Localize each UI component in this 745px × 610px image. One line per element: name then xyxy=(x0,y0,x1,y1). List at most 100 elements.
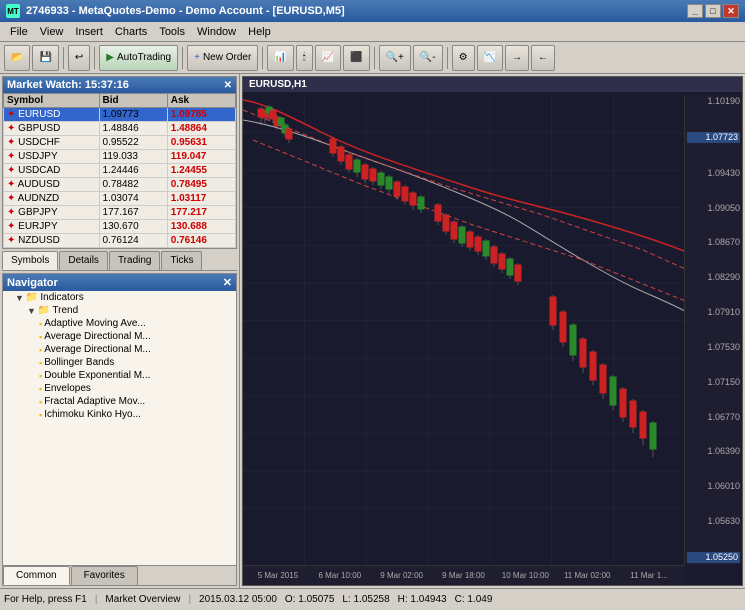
scroll-right-button[interactable]: → xyxy=(505,45,529,71)
toolbar-sep-2 xyxy=(94,47,95,69)
chart-symbol: EURUSD,H1 xyxy=(249,79,307,90)
scroll-left-icon: ← xyxy=(538,52,548,63)
tab-ticks[interactable]: Ticks xyxy=(161,251,202,270)
price-5: 1.08290 xyxy=(687,273,740,282)
market-watch-row[interactable]: ✦ USDCAD 1.24446 1.24455 xyxy=(4,164,236,178)
market-watch-row[interactable]: ✦ NZDUSD 0.76124 0.76146 xyxy=(4,234,236,248)
nav-tab-favorites[interactable]: Favorites xyxy=(71,566,138,585)
market-watch-row[interactable]: ✦ GBPJPY 177.167 177.217 xyxy=(4,206,236,220)
price-7: 1.07530 xyxy=(687,343,740,352)
ask-cell: 0.78495 xyxy=(167,178,235,192)
bar-chart-icon: 📊 xyxy=(274,52,286,63)
play-icon: ▶ xyxy=(106,52,114,63)
toolbar-sep-4 xyxy=(262,47,263,69)
tab-details[interactable]: Details xyxy=(59,251,108,270)
expand-arrow-indicators: ▼ xyxy=(15,293,24,303)
navigator-title: Navigator xyxy=(7,277,58,289)
menu-charts[interactable]: Charts xyxy=(109,24,153,40)
price-highlight-2: 1.05250 xyxy=(687,552,740,563)
market-watch-header: Market Watch: 15:37:16 ✕ xyxy=(3,77,236,93)
new-order-button[interactable]: + New Order xyxy=(187,45,258,71)
market-watch-row[interactable]: ✦ USDCHF 0.95522 0.95631 xyxy=(4,136,236,150)
maximize-button[interactable]: □ xyxy=(705,4,721,18)
menu-insert[interactable]: Insert xyxy=(69,24,109,40)
price-axis: 1.10190 1.07723 1.09430 1.09050 1.08670 … xyxy=(684,95,742,565)
menu-window[interactable]: Window xyxy=(191,24,242,40)
menu-help[interactable]: Help xyxy=(242,24,277,40)
trend-folder-icon: 📁 xyxy=(38,305,50,316)
price-9: 1.06770 xyxy=(687,413,740,422)
tab-symbols[interactable]: Symbols xyxy=(2,251,58,270)
menu-bar: File View Insert Charts Tools Window Hel… xyxy=(0,22,745,42)
nav-indicator-item[interactable]: ▪Double Exponential M... xyxy=(3,369,236,382)
zoom-out-button[interactable]: 🔍- xyxy=(413,45,443,71)
chart-area[interactable]: EURUSD,H1 xyxy=(242,76,743,586)
bid-cell: 1.48846 xyxy=(99,122,167,136)
symbol-icon: ✦ xyxy=(7,207,15,218)
menu-file[interactable]: File xyxy=(4,24,34,40)
indicator-icon: ▪ xyxy=(39,332,42,342)
ask-cell: 177.217 xyxy=(167,206,235,220)
chart-svg: R6 (3546) xyxy=(243,95,684,565)
nav-tab-common[interactable]: Common xyxy=(3,566,70,585)
chart-bar-button[interactable]: 📊 xyxy=(267,45,293,71)
zoom-in-button[interactable]: 🔍+ xyxy=(379,45,411,71)
nav-indicator-item[interactable]: ▪Envelopes xyxy=(3,382,236,395)
save-button[interactable]: 💾 xyxy=(32,45,58,71)
nav-indicator-item[interactable]: ▪Average Directional M... xyxy=(3,330,236,343)
price-6: 1.07910 xyxy=(687,308,740,317)
scroll-left-button[interactable]: ← xyxy=(531,45,555,71)
menu-view[interactable]: View xyxy=(34,24,70,40)
symbol-icon: ✦ xyxy=(7,109,15,120)
bid-cell: 0.95522 xyxy=(99,136,167,150)
market-watch-row[interactable]: ✦ EURUSD 1.09773 1.09785 xyxy=(4,108,236,122)
symbol-cell: ✦ AUDNZD xyxy=(4,192,100,206)
symbol-icon: ✦ xyxy=(7,151,15,162)
bid-cell: 0.76124 xyxy=(99,234,167,248)
symbol-icon: ✦ xyxy=(7,221,15,232)
indicators-button[interactable]: 📉 xyxy=(477,45,503,71)
zoom-objects-button[interactable]: ⬛ xyxy=(343,45,369,71)
symbol-cell: ✦ AUDUSD xyxy=(4,178,100,192)
nav-indicator-item[interactable]: ▪Fractal Adaptive Mov... xyxy=(3,395,236,408)
ask-cell: 130.688 xyxy=(167,220,235,234)
market-watch-row[interactable]: ✦ AUDUSD 0.78482 0.78495 xyxy=(4,178,236,192)
properties-button[interactable]: ⚙ xyxy=(452,45,475,71)
market-watch-row[interactable]: ✦ USDJPY 119.033 119.047 xyxy=(4,150,236,164)
chart-line-button[interactable]: 📈 xyxy=(315,45,341,71)
undo-button[interactable]: ↩ xyxy=(68,45,90,71)
navigator-header: Navigator ✕ xyxy=(3,274,236,291)
status-low: L: 1.05258 xyxy=(342,594,389,605)
nav-trend-label: Trend xyxy=(52,305,78,316)
minimize-button[interactable]: _ xyxy=(687,4,703,18)
nav-indicator-item[interactable]: ▪Ichimoku Kinko Hyo... xyxy=(3,408,236,421)
market-watch-row[interactable]: ✦ EURJPY 130.670 130.688 xyxy=(4,220,236,234)
objects-icon: ⬛ xyxy=(350,52,362,63)
market-watch-row[interactable]: ✦ GBPUSD 1.48846 1.48864 xyxy=(4,122,236,136)
open-button[interactable]: 📂 xyxy=(4,45,30,71)
indicator-label: Ichimoku Kinko Hyo... xyxy=(44,409,141,420)
menu-tools[interactable]: Tools xyxy=(153,24,191,40)
symbol-icon: ✦ xyxy=(7,123,15,134)
nav-indicator-item[interactable]: ▪Adaptive Moving Ave... xyxy=(3,317,236,330)
tab-trading[interactable]: Trading xyxy=(109,251,161,270)
market-watch-title: Market Watch: 15:37:16 xyxy=(7,79,129,91)
indicator-label: Adaptive Moving Ave... xyxy=(44,318,146,329)
nav-indicator-item[interactable]: ▪Bollinger Bands xyxy=(3,356,236,369)
toolbar: 📂 💾 ↩ ▶ AutoTrading + New Order 📊 🕯 📈 ⬛ … xyxy=(0,42,745,74)
navigator-body[interactable]: ▼ 📁 Indicators ▼ 📁 Trend ▪Adaptive Movin… xyxy=(3,291,236,565)
nav-trend[interactable]: ▼ 📁 Trend xyxy=(3,304,236,317)
close-button[interactable]: ✕ xyxy=(723,4,739,18)
col-ask: Ask xyxy=(167,94,235,108)
autotrading-button[interactable]: ▶ AutoTrading xyxy=(99,45,178,71)
chart-candle-button[interactable]: 🕯 xyxy=(296,45,313,71)
navigator-close[interactable]: ✕ xyxy=(223,276,232,289)
market-watch-row[interactable]: ✦ AUDNZD 1.03074 1.03117 xyxy=(4,192,236,206)
chart-title-bar: EURUSD,H1 xyxy=(243,77,742,92)
nav-indicators[interactable]: ▼ 📁 Indicators xyxy=(3,291,236,304)
nav-indicator-item[interactable]: ▪Average Directional M... xyxy=(3,343,236,356)
symbol-cell: ✦ GBPUSD xyxy=(4,122,100,136)
time-axis: 5 Mar 2015 6 Mar 10:00 9 Mar 02:00 9 Mar… xyxy=(243,565,684,585)
status-close: C: 1.049 xyxy=(455,594,493,605)
market-watch-close[interactable]: ✕ xyxy=(224,80,232,91)
